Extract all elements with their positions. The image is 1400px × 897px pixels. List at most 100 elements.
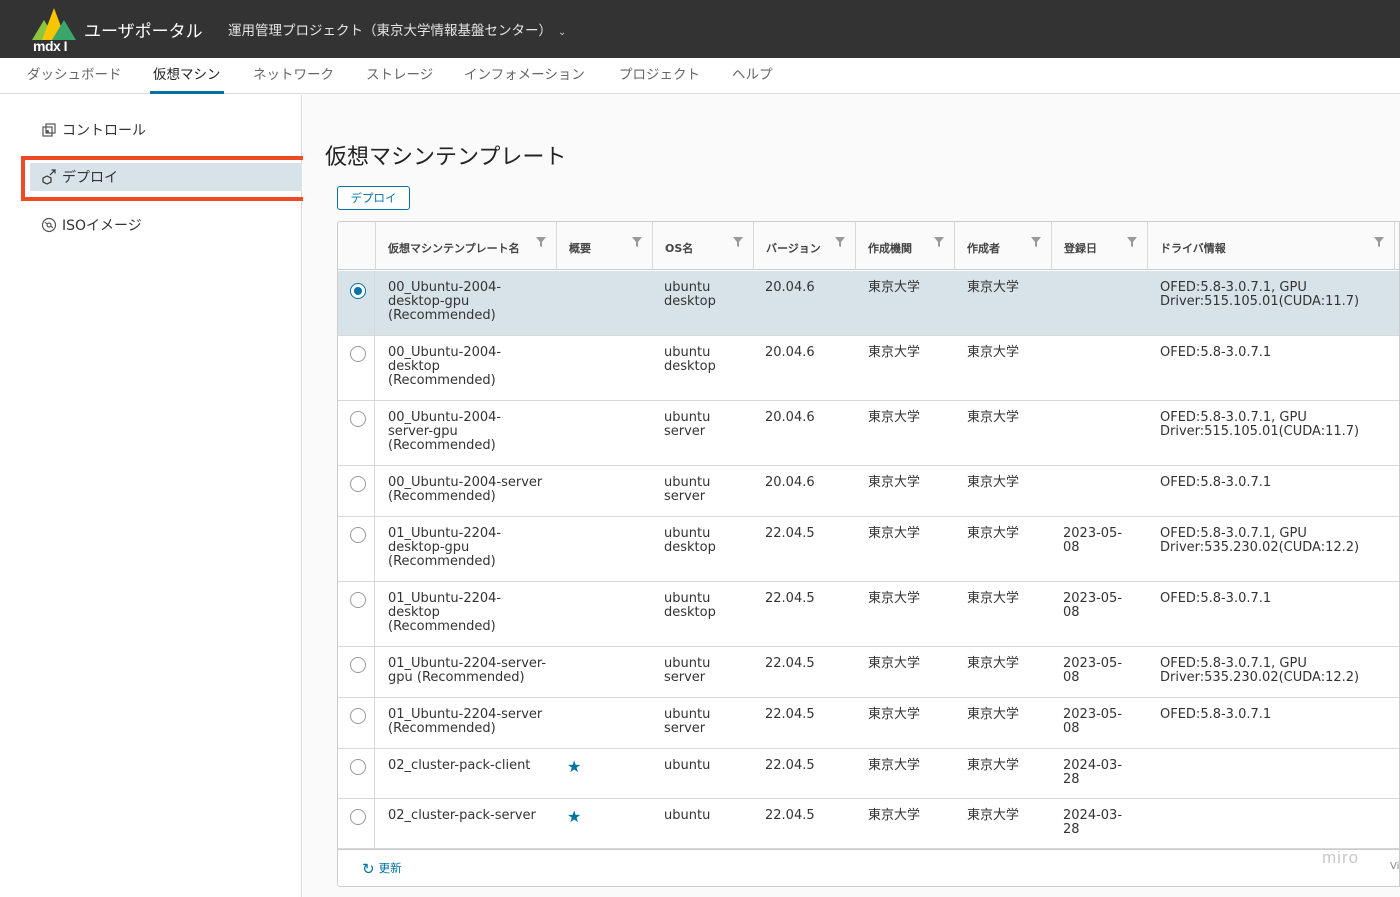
filter-icon[interactable] xyxy=(632,237,642,247)
driver-info: OFED:5.8-3.0.7.1, GPU Driver:515.105.01(… xyxy=(1160,410,1360,439)
organization: 東京大学 xyxy=(868,591,921,606)
row-radio[interactable] xyxy=(350,476,366,492)
filter-icon[interactable] xyxy=(1127,237,1137,247)
disc-icon xyxy=(41,217,57,233)
author: 東京大学 xyxy=(967,707,1020,722)
driver-info: OFED:5.8-3.0.7.1, GPU Driver:535.230.02(… xyxy=(1160,656,1360,685)
top-nav: ダッシュボード 仮想マシン ネットワーク ストレージ インフォメーション プロジ… xyxy=(0,58,1400,94)
filter-icon[interactable] xyxy=(934,237,944,247)
column-header-version[interactable]: バージョン xyxy=(753,222,855,270)
row-radio[interactable] xyxy=(350,708,366,724)
row-radio[interactable] xyxy=(350,657,366,673)
table-row[interactable]: 00_Ubuntu-2004- desktop (Recommended) ub… xyxy=(338,336,1399,401)
filter-icon[interactable] xyxy=(733,237,743,247)
row-radio[interactable] xyxy=(350,592,366,608)
os-name: ubuntu desktop xyxy=(664,526,716,555)
organization: 東京大学 xyxy=(868,526,921,541)
os-name: ubuntu server xyxy=(664,707,711,736)
os-name: ubuntu desktop xyxy=(664,280,716,309)
tab-information[interactable]: インフォメーション xyxy=(464,58,585,94)
filter-icon[interactable] xyxy=(1374,237,1384,247)
table-row[interactable]: 00_Ubuntu-2004- server-gpu (Recommended)… xyxy=(338,401,1399,466)
version: 22.04.5 xyxy=(765,526,815,541)
column-header-name[interactable]: 仮想マシンテンプレート名 xyxy=(375,222,556,270)
author: 東京大学 xyxy=(967,526,1020,541)
register-date: 2023-05- 08 xyxy=(1063,591,1123,620)
row-radio[interactable] xyxy=(350,809,366,825)
template-name: 00_Ubuntu-2004- desktop (Recommended) xyxy=(388,345,502,388)
sidebar-item-label: ISOイメージ xyxy=(62,218,142,234)
star-icon: ★ xyxy=(567,807,582,826)
highlight-annotation xyxy=(21,156,307,201)
row-radio[interactable] xyxy=(350,759,366,775)
template-name: 01_Ubuntu-2204-server- gpu (Recommended) xyxy=(388,656,547,685)
filter-icon[interactable] xyxy=(536,237,546,247)
control-icon xyxy=(42,123,56,137)
table-row[interactable]: 01_Ubuntu-2204- desktop-gpu (Recommended… xyxy=(338,517,1399,582)
driver-info: OFED:5.8-3.0.7.1 xyxy=(1160,475,1272,490)
author: 東京大学 xyxy=(967,808,1020,823)
column-header-organization[interactable]: 作成機関 xyxy=(855,222,954,270)
driver-info: OFED:5.8-3.0.7.1, GPU Driver:515.105.01(… xyxy=(1160,280,1360,309)
deploy-button[interactable]: デプロイ xyxy=(337,186,410,210)
version: 20.04.6 xyxy=(765,410,815,425)
register-date: 2023-05- 08 xyxy=(1063,707,1123,736)
author: 東京大学 xyxy=(967,280,1020,295)
organization: 東京大学 xyxy=(868,410,921,425)
column-header-date[interactable]: 登録日 xyxy=(1051,222,1147,270)
sidebar: コントロール デプロイ ISOイメージ xyxy=(0,95,302,897)
os-name: ubuntu xyxy=(664,808,711,823)
tab-dashboard[interactable]: ダッシュボード xyxy=(27,58,122,94)
template-name: 01_Ubuntu-2204- desktop (Recommended) xyxy=(388,591,502,634)
os-name: ubuntu desktop xyxy=(664,345,716,374)
organization: 東京大学 xyxy=(868,280,921,295)
organization: 東京大学 xyxy=(868,707,921,722)
sidebar-item-control[interactable]: コントロール xyxy=(30,116,302,144)
column-header-author[interactable]: 作成者 xyxy=(954,222,1051,270)
filter-icon[interactable] xyxy=(835,237,845,247)
filter-icon[interactable] xyxy=(1031,237,1041,247)
column-header-summary[interactable]: 概要 xyxy=(556,222,652,270)
column-header-os[interactable]: OS名 xyxy=(652,222,753,270)
refresh-label: 更新 xyxy=(378,861,402,875)
row-radio[interactable] xyxy=(350,411,366,427)
row-radio[interactable] xyxy=(350,346,366,362)
sidebar-item-iso[interactable]: ISOイメージ xyxy=(30,211,302,239)
tab-virtual-machine[interactable]: 仮想マシン xyxy=(150,58,224,94)
template-name: 00_Ubuntu-2004-server (Recommended) xyxy=(388,475,543,504)
table-row[interactable]: 02_cluster-pack-server ★ ubuntu 22.04.5 … xyxy=(338,799,1399,849)
project-name: 運用管理プロジェクト（東京大学情報基盤センター） xyxy=(228,23,552,39)
template-name: 02_cluster-pack-server xyxy=(388,808,536,823)
row-radio[interactable] xyxy=(350,283,366,299)
tab-project[interactable]: プロジェクト xyxy=(619,58,700,94)
os-name: ubuntu server xyxy=(664,475,711,504)
os-name: ubuntu desktop xyxy=(664,591,716,620)
os-name: ubuntu xyxy=(664,758,711,773)
tab-help[interactable]: ヘルプ xyxy=(732,58,773,94)
corner-text: Vi xyxy=(1390,861,1400,872)
tab-storage[interactable]: ストレージ xyxy=(366,58,433,94)
author: 東京大学 xyxy=(967,345,1020,360)
table-row[interactable]: 01_Ubuntu-2204-server- gpu (Recommended)… xyxy=(338,647,1399,698)
author: 東京大学 xyxy=(967,656,1020,671)
column-header-driver[interactable]: ドライバ情報 xyxy=(1147,222,1395,270)
table-row[interactable]: 00_Ubuntu-2004-server (Recommended) ubun… xyxy=(338,466,1399,517)
version: 20.04.6 xyxy=(765,345,815,360)
version: 22.04.5 xyxy=(765,591,815,606)
table-row[interactable]: 00_Ubuntu-2004- desktop-gpu (Recommended… xyxy=(338,271,1399,336)
driver-info: OFED:5.8-3.0.7.1 xyxy=(1160,345,1272,360)
version: 22.04.5 xyxy=(765,656,815,671)
tab-network[interactable]: ネットワーク xyxy=(253,58,334,94)
table-row[interactable]: 01_Ubuntu-2204-server (Recommended) ubun… xyxy=(338,698,1399,749)
template-name: 02_cluster-pack-client xyxy=(388,758,531,773)
refresh-button[interactable]: ↻ 更新 xyxy=(362,860,402,878)
version: 20.04.6 xyxy=(765,280,815,295)
row-radio[interactable] xyxy=(350,527,366,543)
chevron-down-icon: ⌄ xyxy=(558,27,567,38)
table-row[interactable]: 01_Ubuntu-2204- desktop (Recommended) ub… xyxy=(338,582,1399,647)
register-date: 2024-03- 28 xyxy=(1063,808,1123,837)
table-row[interactable]: 02_cluster-pack-client ★ ubuntu 22.04.5 … xyxy=(338,749,1399,799)
version: 22.04.5 xyxy=(765,808,815,823)
project-selector[interactable]: 運用管理プロジェクト（東京大学情報基盤センター） ⌄ xyxy=(228,19,566,39)
table-header: 仮想マシンテンプレート名 概要 OS名 バージョン 作成機関 作成者 登録日 ド… xyxy=(338,222,1399,270)
